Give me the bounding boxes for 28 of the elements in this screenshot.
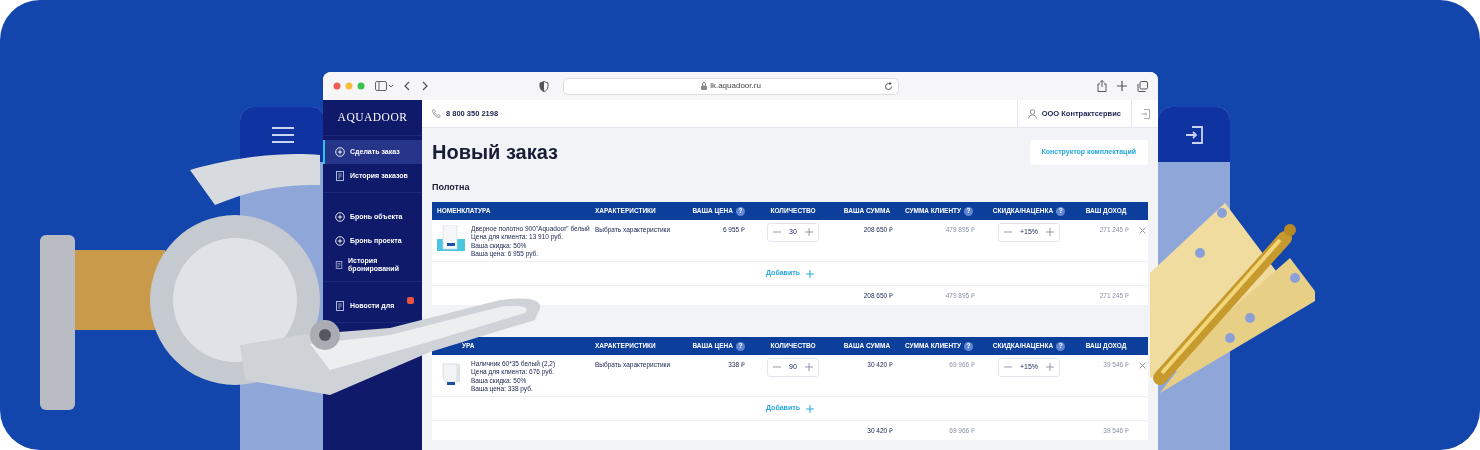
new-tab-icon[interactable]	[1117, 81, 1127, 91]
increase-button[interactable]	[804, 363, 813, 372]
close-icon[interactable]	[1139, 226, 1146, 234]
url-text: lk.aquadoor.ru	[710, 80, 761, 92]
tabs-icon[interactable]	[1137, 80, 1148, 92]
user-icon	[1027, 108, 1037, 119]
plus-icon	[805, 269, 814, 278]
close-icon[interactable]	[1139, 361, 1146, 369]
reload-icon[interactable]	[884, 81, 893, 91]
plus-icon	[805, 404, 814, 413]
share-icon[interactable]	[1097, 80, 1107, 92]
plus-icon	[1046, 228, 1055, 237]
increase-button[interactable]	[1046, 363, 1055, 372]
plus-icon	[804, 363, 813, 372]
plus-icon	[1046, 363, 1055, 372]
sidebar-icon[interactable]	[375, 81, 393, 91]
address-bar[interactable]: lk.aquadoor.ru	[563, 77, 899, 95]
back-icon[interactable]	[403, 81, 411, 91]
phone-icon	[432, 109, 441, 118]
window-controls-icon[interactable]	[333, 82, 365, 90]
increase-button[interactable]	[1046, 228, 1055, 237]
shield-icon[interactable]	[539, 80, 549, 92]
logout-icon[interactable]	[1140, 108, 1150, 119]
lock-icon	[701, 82, 708, 90]
plus-icon	[804, 228, 813, 237]
increase-button[interactable]	[804, 228, 813, 237]
exit-icon	[1185, 125, 1203, 144]
forward-icon[interactable]	[421, 81, 429, 91]
